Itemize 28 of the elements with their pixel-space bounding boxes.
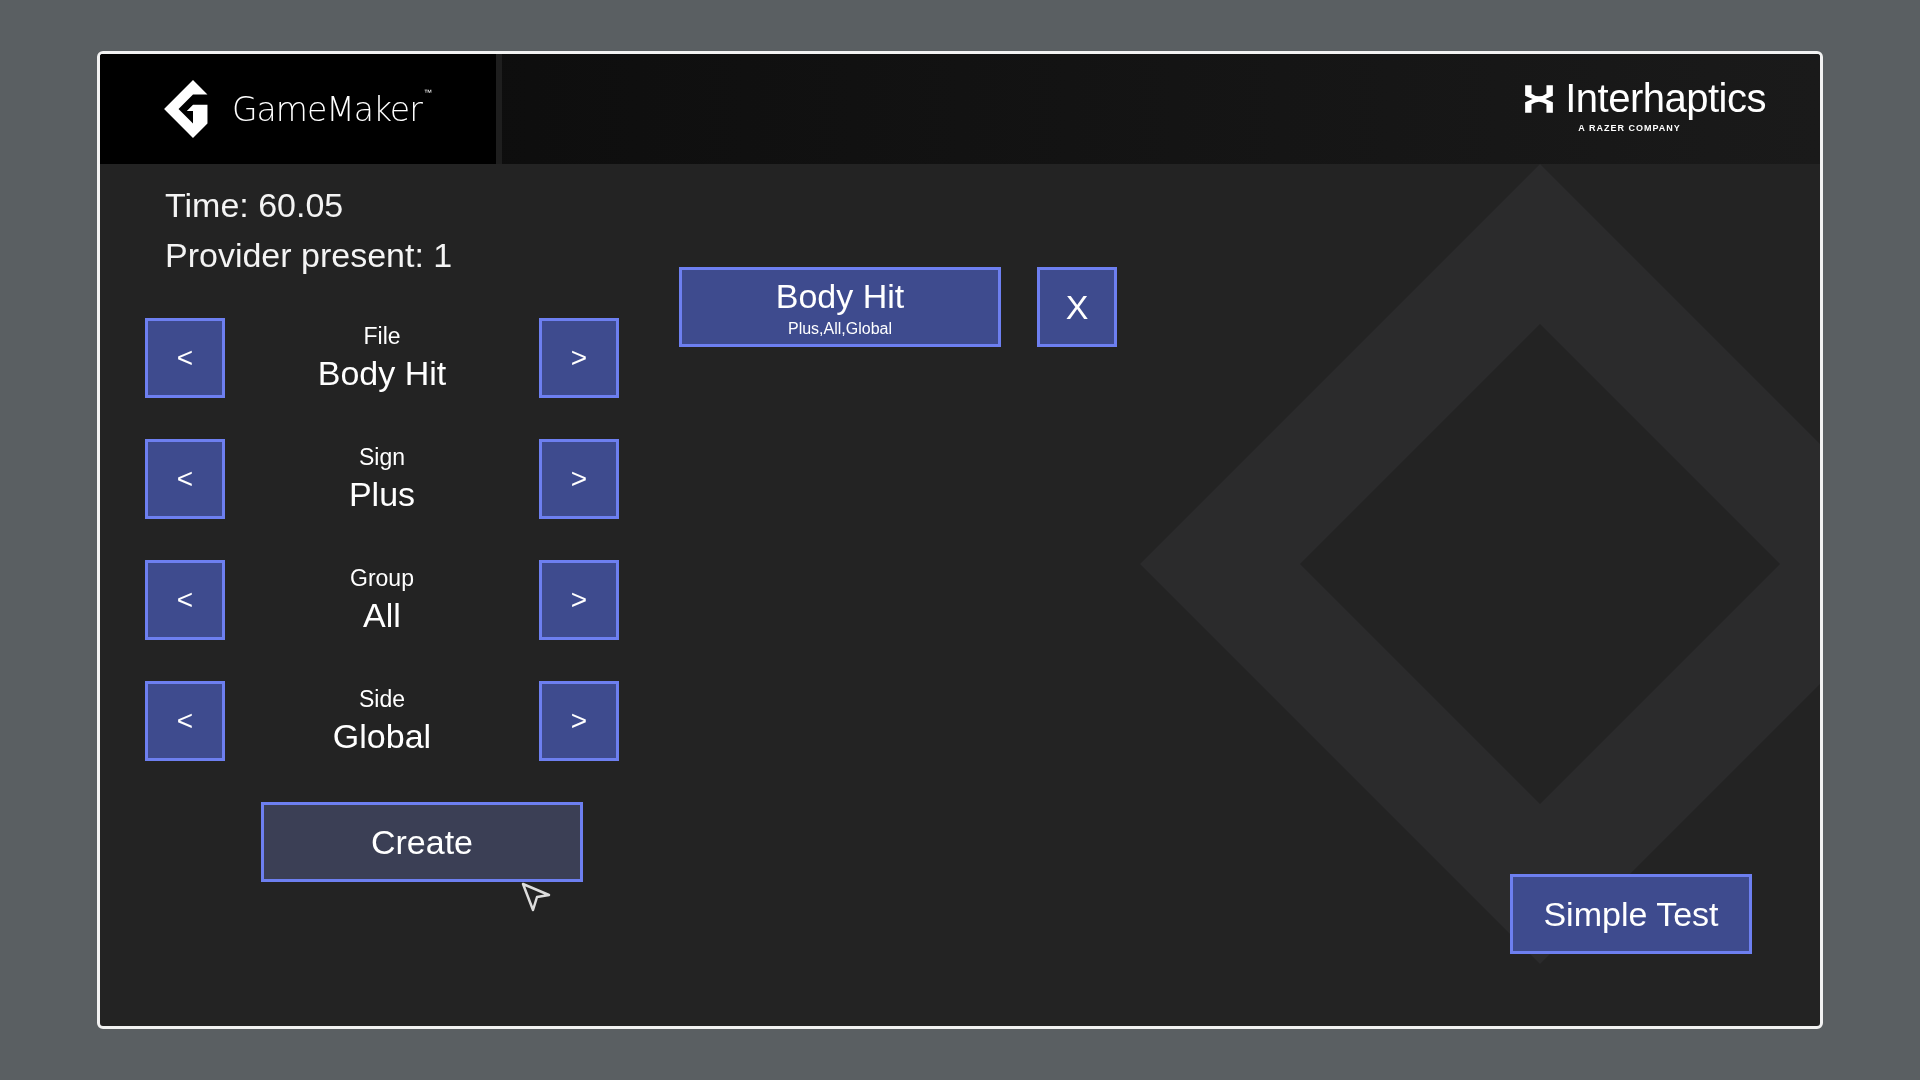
create-button[interactable]: Create bbox=[261, 802, 583, 882]
previous-button[interactable]: < bbox=[145, 560, 225, 640]
tagline-text: A RAZER COMPANY bbox=[1578, 123, 1681, 133]
selector-label: Side bbox=[358, 686, 405, 713]
trademark-text: ™ bbox=[423, 88, 432, 97]
selector-value: All bbox=[363, 596, 401, 635]
selector-value: Global bbox=[332, 717, 432, 756]
next-button[interactable]: > bbox=[539, 560, 619, 640]
simple-test-button[interactable]: Simple Test bbox=[1510, 874, 1752, 954]
status-text: Provider present: 1 bbox=[165, 235, 454, 276]
previous-button[interactable]: < bbox=[145, 439, 225, 519]
next-button[interactable]: > bbox=[539, 318, 619, 398]
selector-value: Body Hit bbox=[317, 354, 447, 393]
selector-value: Plus bbox=[348, 475, 416, 514]
previous-button[interactable]: < bbox=[145, 318, 225, 398]
previous-button[interactable]: < bbox=[145, 681, 225, 761]
selector-label: File bbox=[363, 323, 401, 350]
status-text: Time: 60.05 bbox=[165, 185, 345, 226]
remove-button[interactable]: X bbox=[1037, 267, 1117, 347]
effect-button[interactable]: Body Hit Plus,All,Global bbox=[679, 267, 1001, 347]
logo-text: GameMaker bbox=[232, 89, 422, 129]
logo-text: Interhaptics bbox=[1565, 76, 1766, 121]
logo-icon bbox=[1523, 82, 1556, 115]
selector-label: Sign bbox=[358, 444, 405, 471]
next-button[interactable]: > bbox=[539, 681, 619, 761]
selector-label: Group bbox=[350, 565, 414, 592]
next-button[interactable]: > bbox=[539, 439, 619, 519]
mouse-pointer-icon bbox=[520, 881, 552, 913]
